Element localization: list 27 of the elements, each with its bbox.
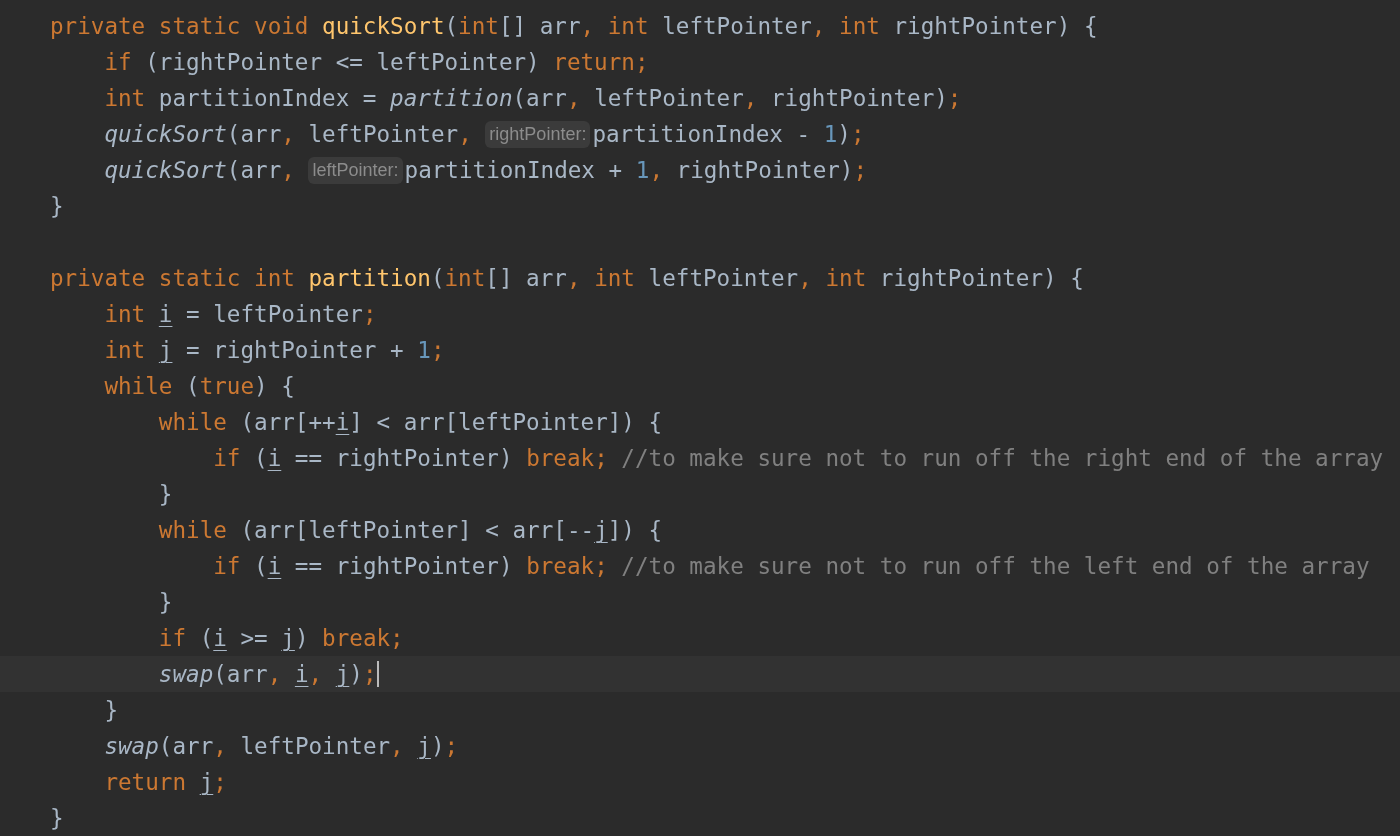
code-text: swap(arr, i, j);: [157, 661, 377, 687]
code-text: if (i >= j) break;: [157, 625, 404, 651]
code-text: swap(arr, leftPointer, j);: [103, 733, 459, 759]
code-text: }: [50, 805, 64, 831]
code-text: if (i == rightPointer) break; //to make sure not to run off the left end of the array: [212, 553, 1370, 579]
code-text: if (rightPointer <= leftPointer) return;: [103, 49, 649, 75]
code-text: while (true) {: [103, 373, 295, 399]
code-text: }: [50, 193, 64, 219]
code-text: partitionIndex - 1);: [592, 121, 865, 147]
code-text: }: [157, 481, 173, 507]
parameter-hint: leftPointer:: [308, 156, 403, 184]
code-text: quickSort(arr,: [103, 157, 296, 183]
code-text: int partitionIndex = partition(arr, leftPointer, rightPointer);: [103, 85, 962, 111]
code-text: partitionIndex + 1, rightPointer);: [404, 157, 868, 183]
code-text: while (arr[++i] < arr[leftPointer]) {: [157, 409, 663, 435]
parameter-hint: rightPointer:: [485, 120, 591, 148]
code-text: private static int partition(int[] arr, int leftPointer, int rightPointer) {: [50, 265, 1084, 291]
code-text: quickSort(arr, leftPointer,: [103, 121, 473, 147]
code-text: private static void quickSort(int[] arr, int leftPointer, int rightPointer) {: [50, 13, 1098, 39]
code-text: if (i == rightPointer) break; //to make sure not to run off the right end of the array: [212, 445, 1384, 471]
code-text: }: [103, 697, 118, 723]
code-text: int i = leftPointer;: [103, 301, 377, 327]
code-text: while (arr[leftPointer] < arr[--j]) {: [157, 517, 663, 543]
code-text: }: [157, 589, 173, 615]
code-text: int j = rightPointer + 1;: [103, 337, 445, 363]
text-cursor: [376, 661, 379, 687]
code-text: return j;: [103, 769, 227, 795]
